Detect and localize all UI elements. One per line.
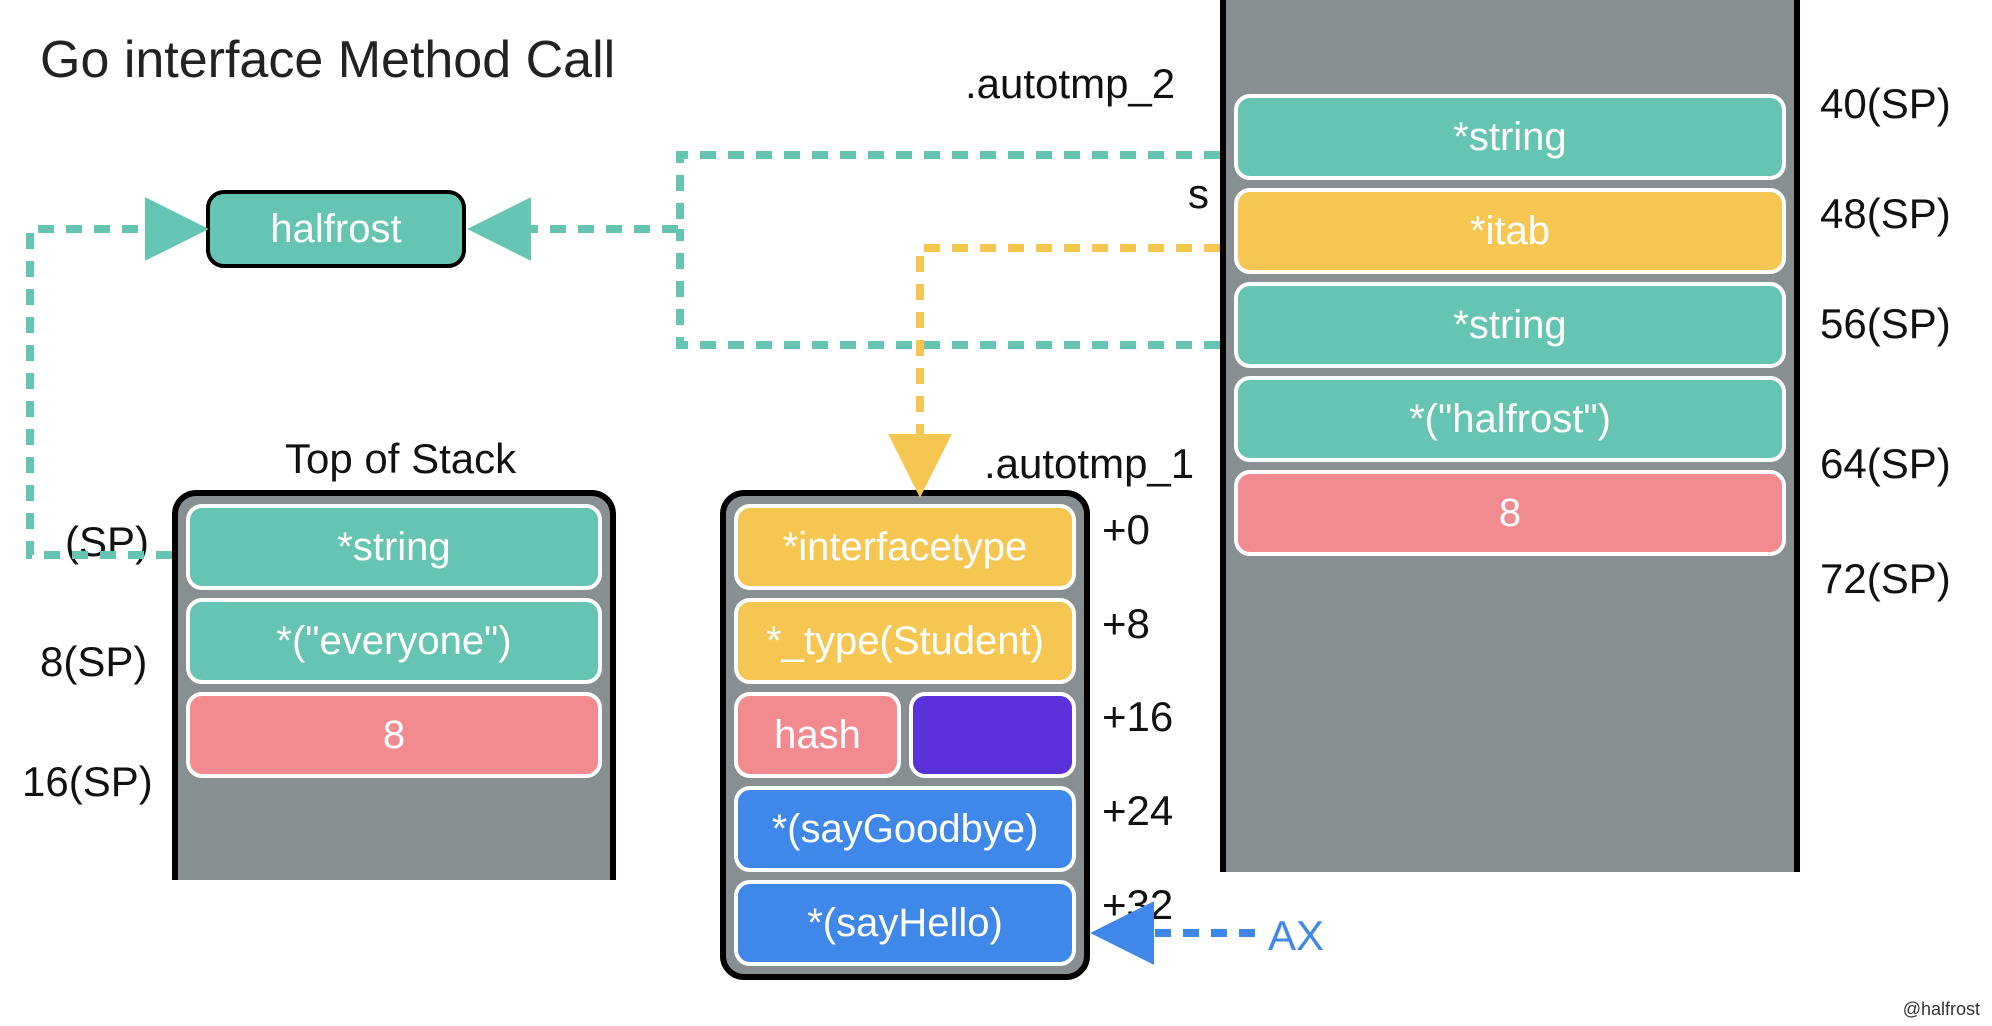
right-off-3: 64(SP) (1820, 440, 1951, 488)
itab-cell-0: *interfacetype (734, 504, 1076, 590)
diagram-title: Go interface Method Call (40, 30, 615, 90)
itab-cell-4: *(sayHello) (734, 880, 1076, 966)
itab-off-0: +0 (1102, 506, 1150, 554)
label-autotmp1: .autotmp_1 (984, 440, 1194, 488)
right-cell-3: *("halfrost") (1234, 376, 1786, 462)
right-stack: *string *itab *string *("halfrost") 8 (1220, 0, 1800, 872)
left-cell-0: *string (186, 504, 602, 590)
right-off-2: 56(SP) (1820, 300, 1951, 348)
itab-off-2: +16 (1102, 693, 1173, 741)
label-autotmp2: .autotmp_2 (965, 60, 1175, 108)
itab-off-3: +24 (1102, 787, 1173, 835)
left-off-0: (SP) (65, 518, 149, 566)
halfrost-bubble: halfrost (206, 190, 466, 268)
left-gap (186, 786, 602, 872)
left-cell-0-text: *string (337, 525, 450, 570)
right-gap-bottom (1234, 564, 1786, 864)
ax-label: AX (1268, 912, 1324, 960)
itab-cell-0-text: *interfacetype (783, 525, 1028, 570)
label-s: s (1188, 170, 1209, 218)
right-cell-3-text: *("halfrost") (1409, 397, 1611, 442)
halfrost-bubble-text: halfrost (270, 207, 401, 252)
itab-cell-3-text: *(sayGoodbye) (772, 807, 1039, 852)
right-cell-2-text: *string (1453, 303, 1566, 348)
credit: @halfrost (1903, 999, 1980, 1020)
right-cell-0-text: *string (1453, 115, 1566, 160)
left-cell-2: 8 (186, 692, 602, 778)
left-cell-1-text: *("everyone") (276, 619, 511, 664)
right-cell-1: *itab (1234, 188, 1786, 274)
itab-cell-2-left-text: hash (774, 713, 861, 758)
itab-struct: *interfacetype *_type(Student) hash *(sa… (720, 490, 1090, 980)
itab-cell-3: *(sayGoodbye) (734, 786, 1076, 872)
left-off-2: 16(SP) (22, 758, 153, 806)
right-cell-0: *string (1234, 94, 1786, 180)
itab-cell-4-text: *(sayHello) (807, 901, 1003, 946)
itab-cell-2-row: hash (734, 692, 1076, 778)
right-off-4: 72(SP) (1820, 555, 1951, 603)
left-off-1: 8(SP) (40, 638, 147, 686)
right-cell-4-text: 8 (1499, 491, 1521, 536)
itab-off-1: +8 (1102, 600, 1150, 648)
itab-cell-1: *_type(Student) (734, 598, 1076, 684)
left-cell-1: *("everyone") (186, 598, 602, 684)
itab-cell-1-text: *_type(Student) (766, 619, 1044, 664)
right-off-0: 40(SP) (1820, 80, 1951, 128)
left-stack: *string *("everyone") 8 (172, 490, 616, 880)
right-cell-2: *string (1234, 282, 1786, 368)
right-gap-top (1234, 8, 1786, 94)
right-cell-1-text: *itab (1470, 209, 1550, 254)
left-stack-caption: Top of Stack (285, 435, 516, 483)
itab-cell-2-right (909, 692, 1076, 778)
left-cell-2-text: 8 (383, 713, 405, 758)
right-off-1: 48(SP) (1820, 190, 1951, 238)
right-cell-4: 8 (1234, 470, 1786, 556)
itab-cell-2-left: hash (734, 692, 901, 778)
itab-off-4: +32 (1102, 881, 1173, 929)
